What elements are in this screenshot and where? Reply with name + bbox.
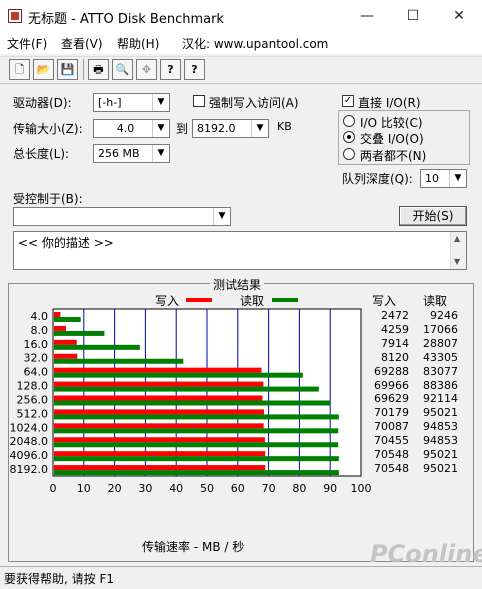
x-tick-label: 60 — [231, 482, 245, 495]
category-label: 512.0 — [17, 407, 49, 420]
x-tick-label: 80 — [292, 482, 306, 495]
read-bar — [54, 400, 331, 406]
read-value: 95021 — [423, 448, 458, 462]
write-value: 70455 — [374, 434, 409, 448]
write-bar — [54, 437, 265, 443]
read-value: 9246 — [430, 308, 458, 322]
benchmark-chart: 0 10 20 30 40 50 60 70 80 90 100 4.08.016.032.064.0… — [10, 308, 372, 495]
category-label: 32.0 — [24, 352, 49, 365]
read-bar — [54, 470, 339, 476]
read-bar — [54, 330, 105, 336]
write-value: 8120 — [381, 350, 409, 364]
read-value: 94853 — [423, 434, 458, 448]
write-bar — [54, 381, 264, 387]
status-text: 要获得帮助, 请按 F1 — [4, 572, 114, 586]
read-value: 83077 — [423, 364, 458, 378]
category-label: 128.0 — [17, 380, 49, 393]
write-bar — [54, 312, 61, 317]
category-label: 2048.0 — [10, 435, 49, 448]
category-label: 8192.0 — [10, 463, 49, 476]
write-value: 4259 — [381, 322, 409, 336]
write-value: 69629 — [374, 392, 409, 406]
write-value: 70179 — [374, 406, 409, 420]
category-label: 8.0 — [31, 324, 49, 337]
read-value: 92114 — [423, 392, 458, 406]
read-bar — [54, 456, 339, 462]
x-tick-label: 50 — [200, 482, 214, 495]
category-label: 1024.0 — [10, 421, 49, 434]
write-bar — [54, 409, 264, 415]
read-bar — [54, 386, 319, 392]
category-label: 16.0 — [24, 338, 49, 351]
x-tick-label: 100 — [351, 482, 372, 495]
write-value: 2472 — [381, 308, 409, 322]
category-label: 64.0 — [24, 366, 49, 379]
write-bar — [54, 423, 264, 429]
write-value: 70548 — [374, 462, 409, 476]
write-bar — [54, 339, 77, 345]
x-axis-label: 传输速率 - MB / 秒 — [142, 540, 245, 554]
write-value: 69966 — [374, 378, 409, 392]
write-value: 7914 — [381, 336, 409, 350]
read-bar — [54, 372, 303, 378]
x-tick-label: 90 — [323, 482, 337, 495]
x-tick-label: 70 — [262, 482, 276, 495]
read-bar — [54, 428, 339, 434]
read-value: 28807 — [423, 336, 458, 350]
write-value: 70548 — [374, 448, 409, 462]
x-tick-label: 30 — [138, 482, 152, 495]
write-value: 70087 — [374, 420, 409, 434]
write-bar — [54, 465, 266, 471]
read-value: 95021 — [423, 406, 458, 420]
read-bar — [54, 414, 339, 420]
write-bar — [54, 325, 66, 331]
category-label: 4096.0 — [10, 449, 49, 462]
x-tick-label: 20 — [108, 482, 122, 495]
read-value: 88386 — [423, 378, 458, 392]
write-bar — [54, 353, 78, 359]
read-value: 17066 — [423, 322, 458, 336]
watermark-logo: PConline — [370, 540, 482, 568]
read-bar — [54, 344, 140, 350]
category-label: 4.0 — [31, 310, 49, 323]
read-value: 43305 — [423, 350, 458, 364]
read-value: 94853 — [423, 420, 458, 434]
x-tick-label: 40 — [169, 482, 183, 495]
read-value: 95021 — [423, 462, 458, 476]
read-bar — [54, 317, 81, 322]
category-label: 256.0 — [17, 393, 49, 406]
write-bar — [54, 367, 262, 373]
read-bar — [54, 442, 339, 448]
write-value: 69288 — [374, 364, 409, 378]
x-tick-label: 0 — [50, 482, 57, 495]
x-tick-label: 10 — [77, 482, 91, 495]
write-bar — [54, 395, 263, 401]
write-bar — [54, 451, 266, 457]
read-bar — [54, 358, 184, 364]
